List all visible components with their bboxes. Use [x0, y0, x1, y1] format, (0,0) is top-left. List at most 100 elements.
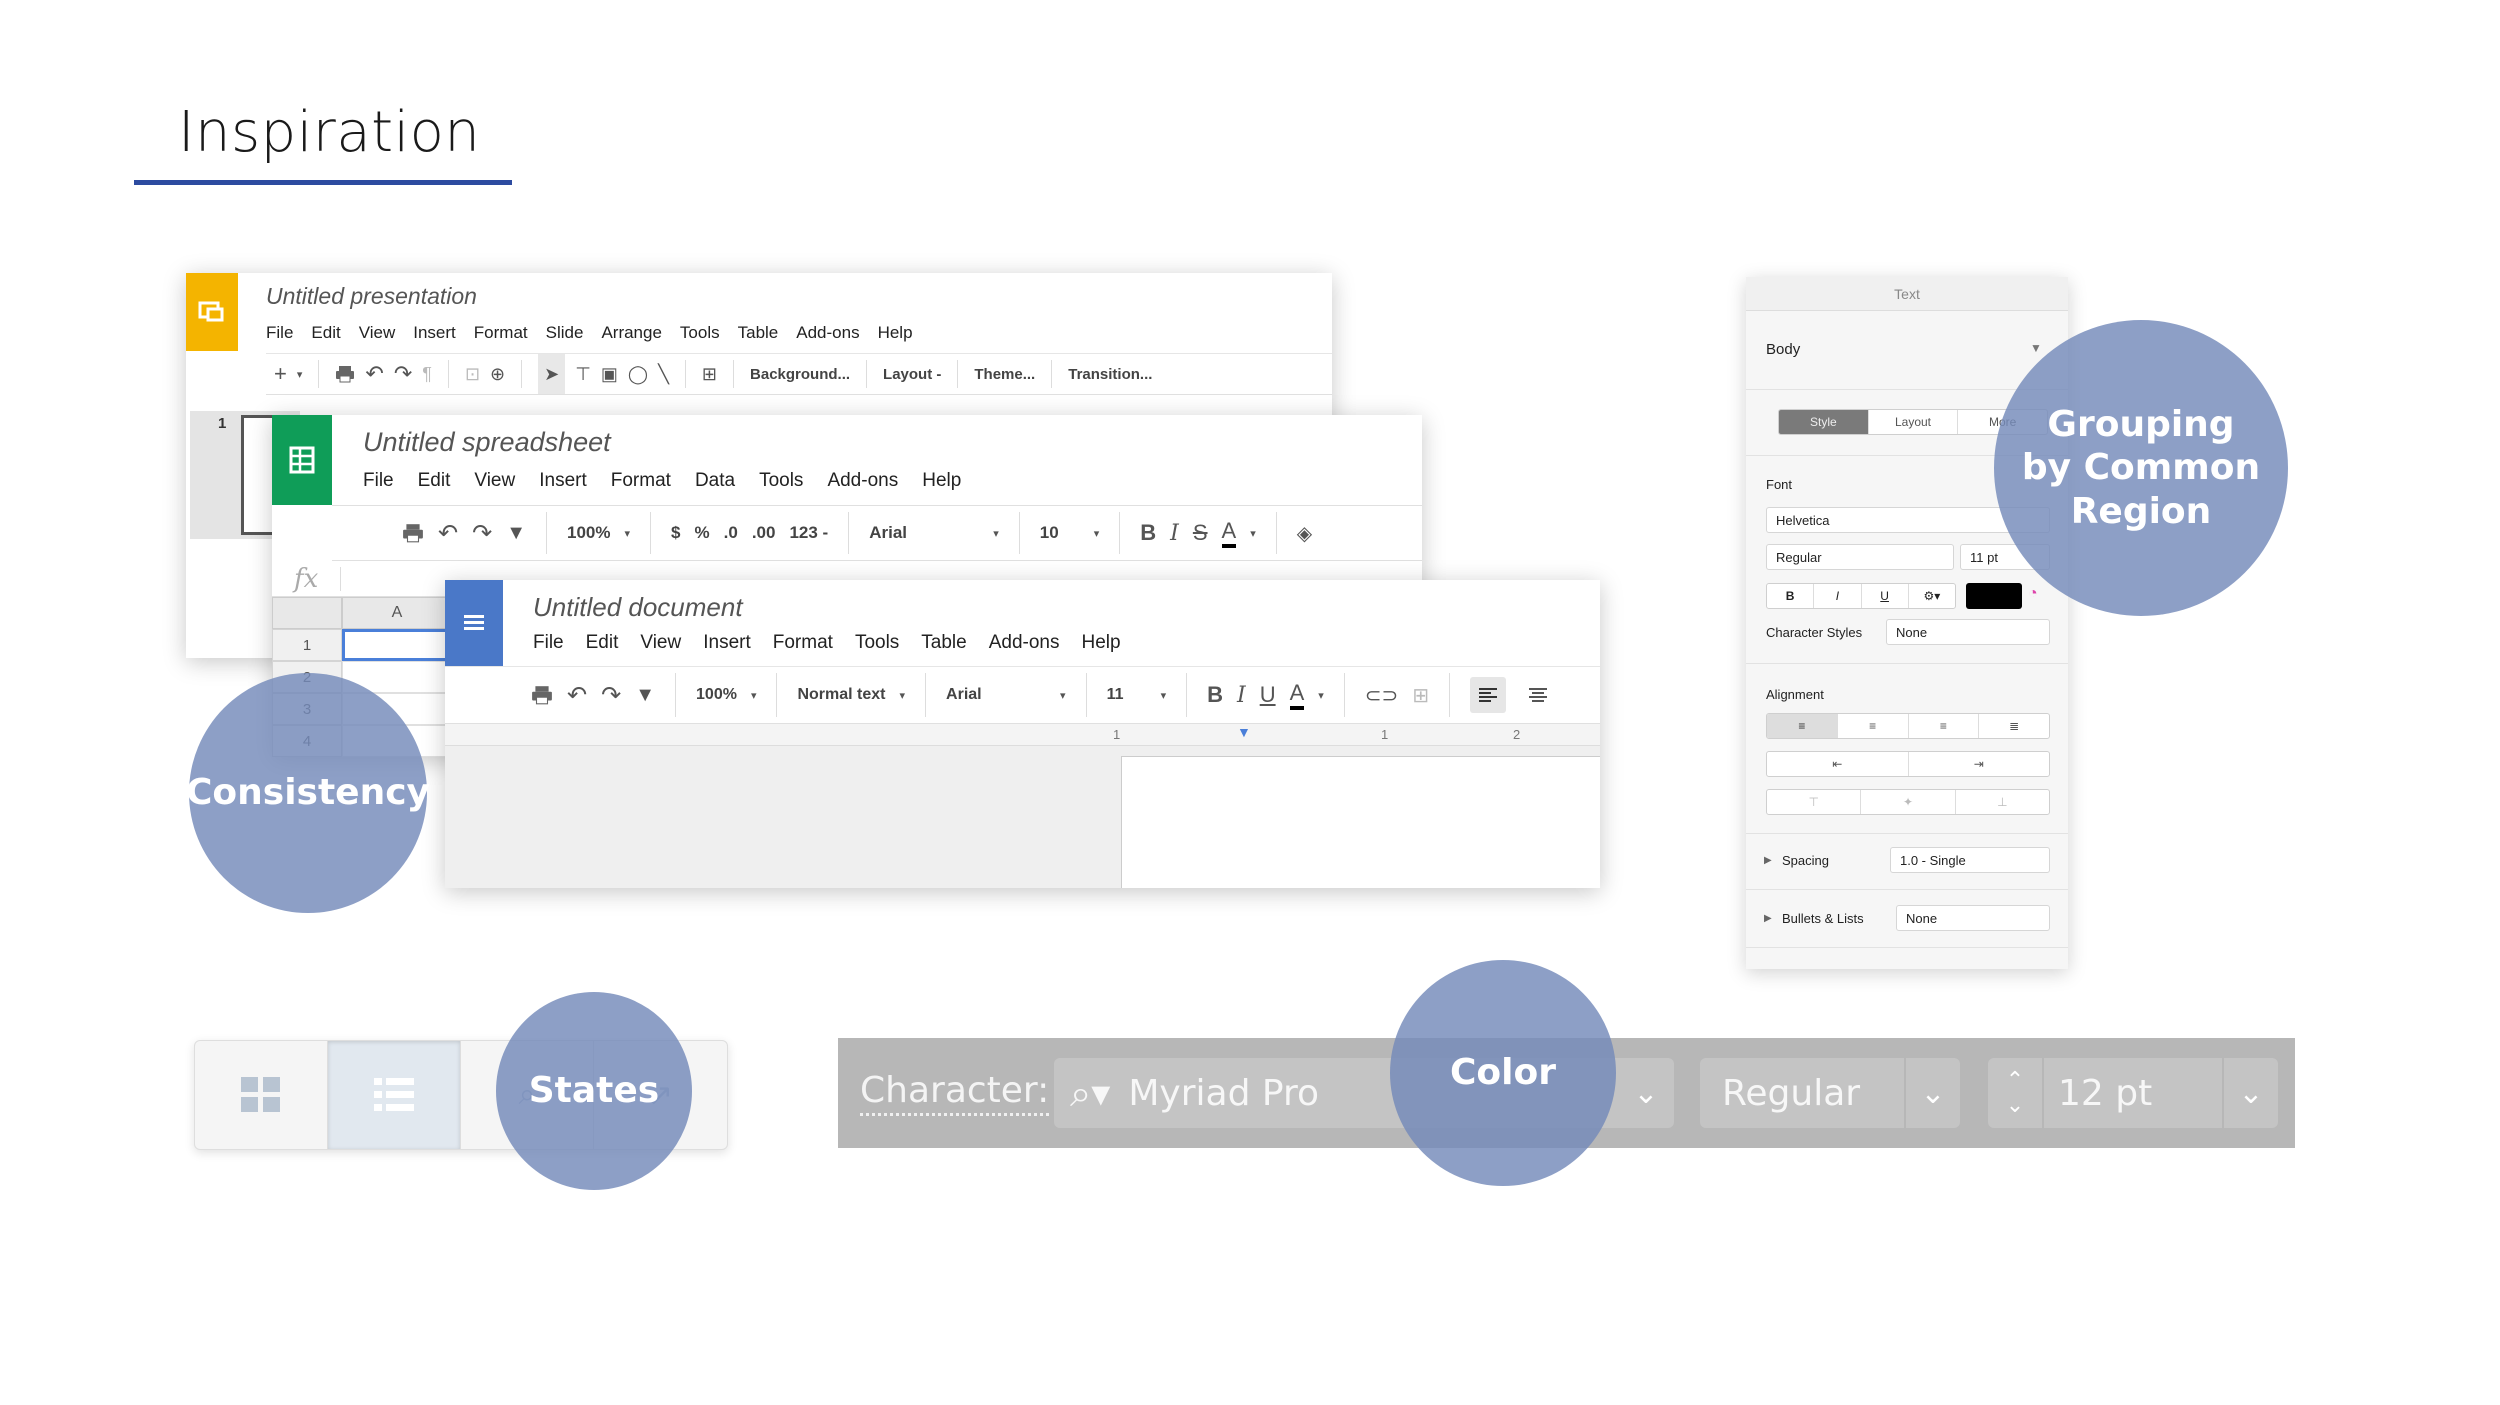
align-bottom-icon[interactable]: ⊥	[1956, 790, 2049, 814]
zoom-icon[interactable]: ⊕	[490, 354, 505, 394]
menu-help[interactable]: Help	[922, 470, 961, 492]
menu-help[interactable]: Help	[878, 323, 913, 343]
menu-tools[interactable]: Tools	[855, 632, 899, 654]
menu-slide[interactable]: Slide	[546, 323, 584, 343]
gear-icon[interactable]: ⚙▾	[1909, 584, 1955, 608]
docs-icon[interactable]	[445, 580, 503, 666]
strikethrough-icon[interactable]: S	[1193, 506, 1208, 560]
paint-format-icon[interactable]: ▼	[635, 667, 655, 723]
spreadsheet-title[interactable]: Untitled spreadsheet	[363, 427, 611, 458]
menu-help[interactable]: Help	[1082, 632, 1121, 654]
align-left-icon[interactable]: ≡	[1767, 714, 1838, 738]
bullets-label[interactable]: Bullets & Lists	[1782, 911, 1864, 926]
cell-a1[interactable]	[342, 629, 452, 661]
spacing-select[interactable]: 1.0 - Single	[1890, 847, 2050, 873]
font-weight-select[interactable]: Regular	[1766, 544, 1954, 570]
print-icon[interactable]	[335, 354, 355, 394]
menu-tools[interactable]: Tools	[680, 323, 720, 343]
row-header-1[interactable]: 1	[272, 629, 342, 661]
menu-format[interactable]: Format	[611, 470, 671, 492]
bullets-select[interactable]: None	[1896, 905, 2050, 931]
paint-format-icon[interactable]: ▼	[506, 506, 526, 560]
color-wheel-icon[interactable]: ◔	[2028, 585, 2038, 603]
menu-format[interactable]: Format	[474, 323, 528, 343]
line-icon[interactable]: ╲	[658, 354, 669, 394]
menu-format[interactable]: Format	[773, 632, 833, 654]
percent-button[interactable]: %	[695, 506, 710, 560]
spacing-label[interactable]: Spacing	[1782, 853, 1829, 868]
menu-view[interactable]: View	[359, 323, 396, 343]
menu-arrange[interactable]: Arrange	[601, 323, 661, 343]
align-center-icon[interactable]	[1520, 677, 1556, 713]
italic-icon[interactable]: I	[1170, 506, 1179, 560]
menu-addons[interactable]: Add-ons	[827, 470, 898, 492]
underline-button[interactable]: U	[1862, 584, 1909, 608]
dropdown-icon[interactable]: ▾	[297, 354, 303, 394]
grid-corner[interactable]	[272, 597, 342, 629]
undo-icon[interactable]: ↶	[567, 667, 587, 723]
fill-color-icon[interactable]: ◈	[1297, 506, 1312, 560]
chevron-down-icon[interactable]: ⌄	[1618, 1058, 1674, 1128]
menu-edit[interactable]: Edit	[311, 323, 340, 343]
comment-icon[interactable]: ⊞	[702, 354, 717, 394]
zoom-select[interactable]: 100%	[696, 667, 737, 723]
indent-marker-icon[interactable]: ▼	[1237, 724, 1251, 740]
menu-edit[interactable]: Edit	[418, 470, 451, 492]
menu-insert[interactable]: Insert	[413, 323, 456, 343]
redo-icon[interactable]: ↷	[601, 667, 621, 723]
stepper-icon[interactable]: ⌃ ⌄	[1988, 1058, 2044, 1128]
bold-icon[interactable]: B	[1207, 667, 1223, 723]
align-right-icon[interactable]: ≡	[1909, 714, 1980, 738]
redo-icon[interactable]: ↷	[472, 506, 492, 560]
bold-button[interactable]: B	[1767, 584, 1815, 608]
undo-icon[interactable]: ↶	[365, 354, 383, 394]
align-left-icon[interactable]	[1470, 677, 1507, 713]
text-color-icon[interactable]: A	[1289, 680, 1305, 710]
zoom-select[interactable]: 100%	[567, 506, 610, 560]
number-format-button[interactable]: 123 -	[789, 506, 828, 560]
background-button[interactable]: Background...	[750, 354, 850, 394]
menu-table[interactable]: Table	[738, 323, 779, 343]
menu-file[interactable]: File	[266, 323, 293, 343]
menu-addons[interactable]: Add-ons	[796, 323, 859, 343]
menu-tools[interactable]: Tools	[759, 470, 803, 492]
sheets-icon[interactable]	[272, 415, 332, 505]
tab-style[interactable]: Style	[1779, 410, 1869, 434]
comment-icon[interactable]: ⊞	[1412, 667, 1429, 723]
grid-view-button[interactable]	[195, 1041, 328, 1149]
align-top-icon[interactable]: ⊤	[1767, 790, 1862, 814]
textbox-icon[interactable]: ⊤	[575, 354, 591, 394]
font-select[interactable]: Arial	[946, 667, 1046, 723]
menu-insert[interactable]: Insert	[539, 470, 587, 492]
justify-icon[interactable]: ≣	[1979, 714, 2049, 738]
menu-addons[interactable]: Add-ons	[989, 632, 1060, 654]
presentation-title[interactable]: Untitled presentation	[266, 283, 477, 310]
font-size-select[interactable]: 11	[1107, 667, 1147, 723]
text-color-icon[interactable]: A	[1221, 518, 1237, 548]
image-icon[interactable]: ▣	[601, 354, 618, 394]
disclosure-icon[interactable]: ▶	[1764, 913, 1772, 924]
disclosure-icon[interactable]: ▶	[1764, 855, 1772, 866]
italic-button[interactable]: I	[1814, 584, 1862, 608]
chevron-down-icon[interactable]: ⌄	[2222, 1058, 2278, 1128]
menu-table[interactable]: Table	[921, 632, 966, 654]
menu-view[interactable]: View	[640, 632, 681, 654]
slides-icon[interactable]	[186, 273, 238, 351]
character-styles-select[interactable]: None	[1886, 619, 2050, 645]
column-header-a[interactable]: A	[342, 597, 452, 629]
menu-edit[interactable]: Edit	[586, 632, 619, 654]
paragraph-style-select[interactable]: Normal text	[797, 667, 885, 723]
undo-icon[interactable]: ↶	[438, 506, 458, 560]
menu-file[interactable]: File	[533, 632, 564, 654]
theme-button[interactable]: Theme...	[974, 354, 1035, 394]
paragraph-style[interactable]: Body	[1766, 341, 1800, 358]
document-page[interactable]	[1121, 756, 1600, 888]
decrease-decimal-button[interactable]: .0	[724, 506, 738, 560]
menu-view[interactable]: View	[474, 470, 515, 492]
align-center-icon[interactable]: ≡	[1838, 714, 1909, 738]
print-icon[interactable]	[402, 506, 424, 560]
italic-icon[interactable]: I	[1237, 667, 1246, 723]
fit-icon[interactable]: ⊡	[465, 354, 480, 394]
list-view-button[interactable]	[328, 1041, 461, 1149]
ruler[interactable]: 1 ▼ 1 2	[445, 724, 1600, 746]
